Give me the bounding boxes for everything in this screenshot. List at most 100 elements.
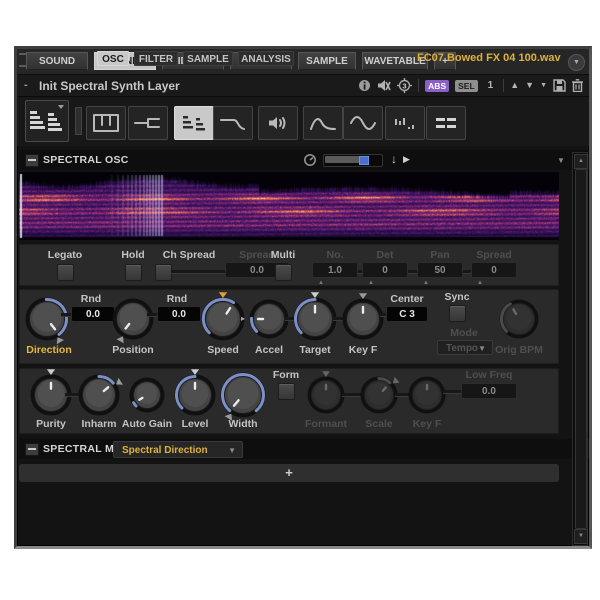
form-checkbox[interactable] bbox=[278, 383, 295, 400]
width-knob[interactable] bbox=[220, 372, 266, 418]
info-icon[interactable] bbox=[358, 79, 371, 92]
save-icon[interactable] bbox=[553, 79, 566, 92]
mod-target-value: Spectral Direction bbox=[122, 445, 208, 456]
mode-dropdown[interactable]: Tempo▼ bbox=[437, 340, 493, 355]
scale-knob[interactable] bbox=[360, 376, 398, 414]
field-marker: ▲ bbox=[477, 280, 483, 286]
play-icon[interactable]: ▶ bbox=[403, 155, 410, 164]
sample-tab[interactable]: SAMPLE bbox=[183, 51, 233, 66]
position-rnd-field[interactable]: 0.0 bbox=[157, 306, 201, 322]
more-dropdown-icon[interactable]: ▼ bbox=[540, 82, 547, 89]
collapse-osc-icon[interactable] bbox=[25, 154, 39, 167]
move-down-icon[interactable]: ▼ bbox=[525, 81, 534, 90]
legato-checkbox[interactable] bbox=[57, 264, 74, 281]
level-label: Level bbox=[182, 418, 209, 430]
formant-knob[interactable] bbox=[307, 376, 345, 414]
amp-button[interactable] bbox=[258, 106, 298, 140]
scale-label: Scale bbox=[365, 418, 392, 430]
sel-badge[interactable]: SEL bbox=[455, 80, 478, 92]
center-field[interactable]: C 3 bbox=[386, 306, 428, 322]
mute-icon[interactable] bbox=[377, 79, 391, 92]
hold-checkbox[interactable] bbox=[125, 264, 142, 281]
download-arrow-icon[interactable]: ↓ bbox=[391, 153, 397, 165]
sync-label: Sync bbox=[444, 291, 469, 303]
envelope-icon bbox=[309, 115, 337, 131]
title-bar: - Init Spectral Synth Layer 3 ABS SEL 1 … bbox=[17, 75, 589, 97]
filter-tab[interactable]: FILTER bbox=[134, 51, 178, 66]
unison-no-field[interactable]: 1.0 bbox=[312, 262, 358, 278]
vertical-scrollbar[interactable]: ▲ ▼ bbox=[572, 152, 588, 546]
target-knob[interactable] bbox=[293, 297, 337, 341]
position-rnd-label: Rnd bbox=[167, 293, 187, 305]
spectral-osc-label: SPECTRAL OSC bbox=[43, 154, 129, 166]
preview-volume-slider[interactable] bbox=[323, 154, 383, 167]
auto-gain-knob[interactable] bbox=[129, 377, 165, 413]
unison-no-label: No. bbox=[327, 249, 344, 261]
keyboard-button[interactable] bbox=[86, 106, 126, 140]
hold-label: Hold bbox=[121, 249, 144, 261]
step-mod-button[interactable] bbox=[385, 106, 425, 140]
low-freq-field[interactable]: 0.0 bbox=[461, 383, 517, 399]
unison-spread-label: Spread bbox=[476, 249, 512, 261]
direction-knob[interactable] bbox=[25, 297, 69, 341]
filter-button[interactable] bbox=[213, 106, 253, 140]
inharm-label: Inharm bbox=[81, 418, 116, 430]
window-menu-button[interactable]: ▼ bbox=[568, 54, 585, 71]
zone-index: 1 bbox=[484, 80, 498, 91]
collapse-dash[interactable]: - bbox=[24, 79, 28, 91]
mod-target-dropdown[interactable]: Spectral Direction ▼ bbox=[113, 441, 243, 458]
ch-spread-checkbox[interactable] bbox=[155, 264, 172, 281]
analysis-tab[interactable]: ANALYSIS bbox=[238, 51, 294, 66]
unison-det-field[interactable]: 0 bbox=[362, 262, 408, 278]
mode-value: Tempo bbox=[446, 343, 478, 354]
chevron-down-icon: ▼ bbox=[228, 442, 236, 459]
keyf2-knob[interactable] bbox=[408, 376, 446, 414]
zone-type-button[interactable] bbox=[25, 100, 69, 142]
purity-label: Purity bbox=[36, 418, 66, 430]
spread-label: Spread bbox=[239, 249, 275, 261]
pitch-button[interactable] bbox=[128, 106, 168, 140]
move-up-icon[interactable]: ▲ bbox=[510, 81, 519, 90]
filter-curve-icon bbox=[219, 115, 247, 131]
scroll-down-button[interactable]: ▼ bbox=[574, 529, 588, 544]
orig-bpm-knob[interactable] bbox=[499, 299, 539, 339]
spectrogram-display[interactable] bbox=[19, 172, 559, 240]
matrix-button[interactable] bbox=[426, 106, 466, 140]
tab-sound[interactable]: SOUND bbox=[26, 52, 88, 70]
scrollbar-thumb[interactable] bbox=[575, 169, 587, 529]
lfo-button[interactable] bbox=[343, 106, 383, 140]
connector bbox=[65, 393, 79, 397]
sync-checkbox[interactable] bbox=[449, 305, 466, 322]
position-knob[interactable] bbox=[112, 298, 154, 340]
envelope-button[interactable] bbox=[303, 106, 343, 140]
svg-text:3: 3 bbox=[403, 81, 407, 90]
flow-arrow: ▸ bbox=[241, 315, 245, 323]
position-label: Position bbox=[112, 344, 153, 356]
add-modulator-button[interactable]: + bbox=[19, 464, 559, 482]
sample-file-name[interactable]: FC07 Bowed FX 04 100.wav bbox=[417, 52, 561, 64]
collapse-mod-icon[interactable] bbox=[25, 443, 39, 456]
trash-icon[interactable] bbox=[572, 79, 583, 92]
speaker-icon bbox=[267, 115, 289, 131]
keyf-knob[interactable] bbox=[342, 298, 384, 340]
osc-dropdown-icon[interactable]: ▼ bbox=[557, 156, 565, 165]
unison-spread-field[interactable]: 0 bbox=[471, 262, 517, 278]
direction-label: Direction bbox=[26, 344, 72, 356]
inharm-knob[interactable] bbox=[78, 374, 120, 416]
level-knob[interactable] bbox=[174, 374, 216, 416]
multi-checkbox[interactable] bbox=[275, 264, 292, 281]
accel-knob[interactable] bbox=[249, 299, 289, 339]
unison-pan-field[interactable]: 50 bbox=[417, 262, 463, 278]
scroll-up-button[interactable]: ▲ bbox=[574, 154, 588, 169]
osc-tab[interactable]: OSC bbox=[97, 51, 129, 66]
slider-handle[interactable] bbox=[359, 156, 369, 165]
tab-sample[interactable]: SAMPLE bbox=[298, 52, 356, 70]
abs-badge[interactable]: ABS bbox=[425, 80, 449, 92]
direction-rnd-field[interactable]: 0.0 bbox=[71, 306, 115, 322]
retrigger-icon[interactable] bbox=[303, 153, 317, 167]
speed-knob[interactable] bbox=[201, 297, 245, 341]
oscillator-button[interactable] bbox=[174, 106, 214, 140]
connector bbox=[358, 270, 362, 274]
keyf-label: Key F bbox=[349, 344, 378, 356]
program-icon[interactable]: 3 bbox=[397, 78, 412, 93]
